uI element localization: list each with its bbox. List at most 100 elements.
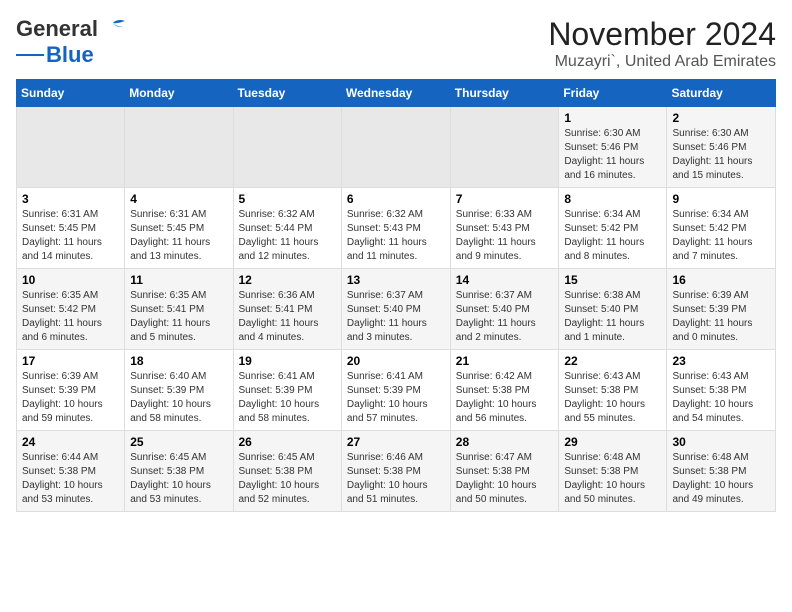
day-number: 17 — [22, 354, 119, 368]
logo-bird-icon — [99, 19, 127, 39]
calendar-cell: 4 Sunrise: 6:31 AM Sunset: 5:45 PM Daylig… — [125, 188, 233, 269]
calendar-cell — [125, 107, 233, 188]
month-title: November 2024 — [548, 16, 776, 53]
day-number: 13 — [347, 273, 445, 287]
day-info: Sunrise: 6:45 AM Sunset: 5:38 PM Dayligh… — [130, 451, 227, 507]
calendar-cell — [17, 107, 125, 188]
day-number: 23 — [672, 354, 770, 368]
day-number: 2 — [672, 111, 770, 125]
day-info: Sunrise: 6:30 AM Sunset: 5:46 PM Dayligh… — [672, 127, 770, 183]
day-info: Sunrise: 6:45 AM Sunset: 5:38 PM Dayligh… — [239, 451, 336, 507]
weekday-header-row: SundayMondayTuesdayWednesdayThursdayFrid… — [17, 80, 776, 107]
calendar-cell: 17 Sunrise: 6:39 AM Sunset: 5:39 PM Dayli… — [17, 350, 125, 431]
day-info: Sunrise: 6:30 AM Sunset: 5:46 PM Dayligh… — [564, 127, 661, 183]
day-info: Sunrise: 6:41 AM Sunset: 5:39 PM Dayligh… — [239, 370, 336, 426]
weekday-thursday: Thursday — [450, 80, 559, 107]
calendar-cell: 12 Sunrise: 6:36 AM Sunset: 5:41 PM Dayli… — [233, 269, 341, 350]
day-info: Sunrise: 6:36 AM Sunset: 5:41 PM Dayligh… — [239, 289, 336, 345]
day-info: Sunrise: 6:35 AM Sunset: 5:41 PM Dayligh… — [130, 289, 227, 345]
logo-general: General — [16, 16, 98, 42]
weekday-friday: Friday — [559, 80, 667, 107]
day-number: 26 — [239, 435, 336, 449]
day-number: 6 — [347, 192, 445, 206]
day-info: Sunrise: 6:35 AM Sunset: 5:42 PM Dayligh… — [22, 289, 119, 345]
calendar-cell: 22Sunrise: 6:43 AM Sunset: 5:38 PM Dayli… — [559, 350, 667, 431]
day-info: Sunrise: 6:42 AM Sunset: 5:38 PM Dayligh… — [456, 370, 554, 426]
page-header: General Blue November 2024 Muzayri`, Uni… — [16, 16, 776, 71]
day-number: 20 — [347, 354, 445, 368]
calendar-cell: 21 Sunrise: 6:42 AM Sunset: 5:38 PM Dayli… — [450, 350, 559, 431]
day-number: 25 — [130, 435, 227, 449]
day-number: 19 — [239, 354, 336, 368]
calendar-cell — [233, 107, 341, 188]
week-row-3: 10 Sunrise: 6:35 AM Sunset: 5:42 PM Dayli… — [17, 269, 776, 350]
day-number: 21 — [456, 354, 554, 368]
calendar-cell: 27 Sunrise: 6:46 AM Sunset: 5:38 PM Dayli… — [341, 431, 450, 512]
day-number: 14 — [456, 273, 554, 287]
calendar-cell: 23 Sunrise: 6:43 AM Sunset: 5:38 PM Dayli… — [667, 350, 776, 431]
day-info: Sunrise: 6:47 AM Sunset: 5:38 PM Dayligh… — [456, 451, 554, 507]
calendar-cell: 11 Sunrise: 6:35 AM Sunset: 5:41 PM Dayli… — [125, 269, 233, 350]
day-info: Sunrise: 6:34 AM Sunset: 5:42 PM Dayligh… — [564, 208, 661, 264]
day-info: Sunrise: 6:31 AM Sunset: 5:45 PM Dayligh… — [22, 208, 119, 264]
calendar-cell: 5 Sunrise: 6:32 AM Sunset: 5:44 PM Daylig… — [233, 188, 341, 269]
week-row-4: 17 Sunrise: 6:39 AM Sunset: 5:39 PM Dayli… — [17, 350, 776, 431]
calendar-cell: 26 Sunrise: 6:45 AM Sunset: 5:38 PM Dayli… — [233, 431, 341, 512]
weekday-sunday: Sunday — [17, 80, 125, 107]
weekday-saturday: Saturday — [667, 80, 776, 107]
day-info: Sunrise: 6:32 AM Sunset: 5:44 PM Dayligh… — [239, 208, 336, 264]
calendar-cell: 14Sunrise: 6:37 AM Sunset: 5:40 PM Dayli… — [450, 269, 559, 350]
calendar-cell — [450, 107, 559, 188]
day-number: 9 — [672, 192, 770, 206]
weekday-tuesday: Tuesday — [233, 80, 341, 107]
day-number: 28 — [456, 435, 554, 449]
logo-blue: Blue — [46, 42, 94, 68]
calendar-cell: 6 Sunrise: 6:32 AM Sunset: 5:43 PM Daylig… — [341, 188, 450, 269]
logo: General Blue — [16, 16, 128, 68]
day-number: 30 — [672, 435, 770, 449]
title-block: November 2024 Muzayri`, United Arab Emir… — [548, 16, 776, 71]
calendar-cell: 15 Sunrise: 6:38 AM Sunset: 5:40 PM Dayli… — [559, 269, 667, 350]
day-number: 27 — [347, 435, 445, 449]
day-number: 10 — [22, 273, 119, 287]
calendar-cell: 1Sunrise: 6:30 AM Sunset: 5:46 PM Daylig… — [559, 107, 667, 188]
day-number: 4 — [130, 192, 227, 206]
calendar-cell: 16Sunrise: 6:39 AM Sunset: 5:39 PM Dayli… — [667, 269, 776, 350]
day-info: Sunrise: 6:43 AM Sunset: 5:38 PM Dayligh… — [672, 370, 770, 426]
day-number: 5 — [239, 192, 336, 206]
calendar-cell: 29Sunrise: 6:48 AM Sunset: 5:38 PM Dayli… — [559, 431, 667, 512]
calendar-cell: 19 Sunrise: 6:41 AM Sunset: 5:39 PM Dayli… — [233, 350, 341, 431]
day-number: 8 — [564, 192, 661, 206]
calendar-cell: 2 Sunrise: 6:30 AM Sunset: 5:46 PM Daylig… — [667, 107, 776, 188]
day-number: 15 — [564, 273, 661, 287]
day-number: 18 — [130, 354, 227, 368]
day-info: Sunrise: 6:32 AM Sunset: 5:43 PM Dayligh… — [347, 208, 445, 264]
day-info: Sunrise: 6:41 AM Sunset: 5:39 PM Dayligh… — [347, 370, 445, 426]
calendar-table: SundayMondayTuesdayWednesdayThursdayFrid… — [16, 79, 776, 512]
calendar-cell: 9Sunrise: 6:34 AM Sunset: 5:42 PM Daylig… — [667, 188, 776, 269]
day-info: Sunrise: 6:48 AM Sunset: 5:38 PM Dayligh… — [672, 451, 770, 507]
week-row-5: 24Sunrise: 6:44 AM Sunset: 5:38 PM Dayli… — [17, 431, 776, 512]
day-number: 11 — [130, 273, 227, 287]
day-info: Sunrise: 6:46 AM Sunset: 5:38 PM Dayligh… — [347, 451, 445, 507]
day-number: 29 — [564, 435, 661, 449]
day-number: 7 — [456, 192, 554, 206]
day-info: Sunrise: 6:43 AM Sunset: 5:38 PM Dayligh… — [564, 370, 661, 426]
calendar-cell: 13Sunrise: 6:37 AM Sunset: 5:40 PM Dayli… — [341, 269, 450, 350]
week-row-1: 1Sunrise: 6:30 AM Sunset: 5:46 PM Daylig… — [17, 107, 776, 188]
day-number: 16 — [672, 273, 770, 287]
calendar-cell: 18Sunrise: 6:40 AM Sunset: 5:39 PM Dayli… — [125, 350, 233, 431]
calendar-cell: 24Sunrise: 6:44 AM Sunset: 5:38 PM Dayli… — [17, 431, 125, 512]
day-info: Sunrise: 6:38 AM Sunset: 5:40 PM Dayligh… — [564, 289, 661, 345]
weekday-monday: Monday — [125, 80, 233, 107]
day-number: 3 — [22, 192, 119, 206]
day-number: 12 — [239, 273, 336, 287]
calendar-cell: 3 Sunrise: 6:31 AM Sunset: 5:45 PM Daylig… — [17, 188, 125, 269]
day-info: Sunrise: 6:39 AM Sunset: 5:39 PM Dayligh… — [22, 370, 119, 426]
weekday-wednesday: Wednesday — [341, 80, 450, 107]
calendar-cell — [341, 107, 450, 188]
calendar-cell: 8 Sunrise: 6:34 AM Sunset: 5:42 PM Daylig… — [559, 188, 667, 269]
day-info: Sunrise: 6:31 AM Sunset: 5:45 PM Dayligh… — [130, 208, 227, 264]
day-info: Sunrise: 6:44 AM Sunset: 5:38 PM Dayligh… — [22, 451, 119, 507]
day-info: Sunrise: 6:33 AM Sunset: 5:43 PM Dayligh… — [456, 208, 554, 264]
